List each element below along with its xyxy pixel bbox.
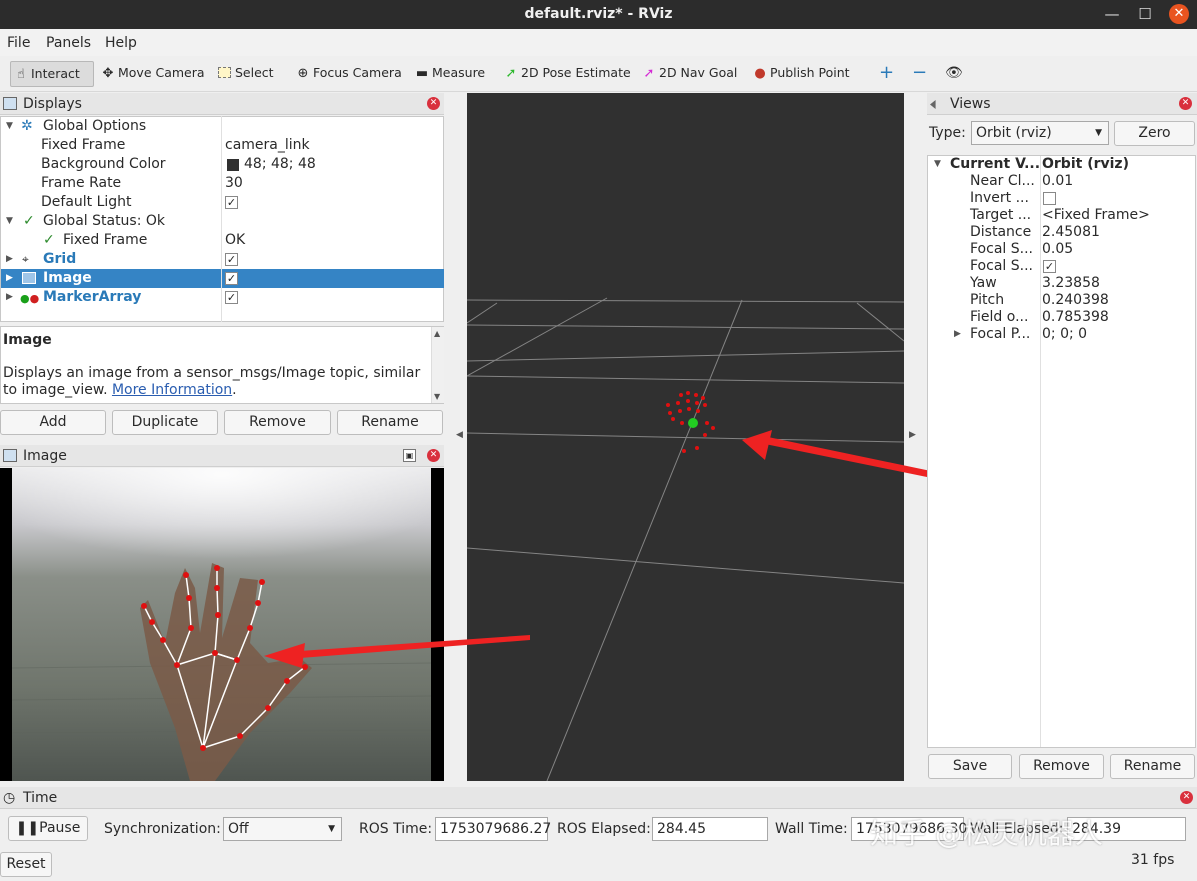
view-property-value[interactable]: 3.23858 [1042, 275, 1100, 292]
sync-select[interactable]: Off ▼ [223, 817, 342, 841]
ros-elapsed-label: ROS Elapsed: [557, 821, 651, 837]
pause-label: Pause [39, 820, 81, 836]
view-property-row[interactable]: Pitch 0.240398 [928, 292, 1196, 309]
view-property-checkbox[interactable] [1043, 192, 1056, 205]
view-property-label: Field o... [970, 309, 1029, 325]
dropdown-icon: ▼ [1095, 128, 1102, 138]
close-icon[interactable]: ✕ [1179, 97, 1192, 110]
view-property-value[interactable]: 0.785398 [1042, 309, 1109, 326]
view-property-label: Focal P... [970, 326, 1031, 342]
view-property-row[interactable]: Focal P... 0; 0; 0 ▶ [928, 326, 1196, 343]
view-property-row[interactable]: Invert ... [928, 190, 1196, 207]
view-property-label: Yaw [970, 275, 997, 291]
ros-elapsed-field[interactable]: 284.45 [652, 817, 768, 841]
view-property-checkbox[interactable]: ✓ [1043, 260, 1056, 273]
view-property-value[interactable]: 0.01 [1042, 173, 1073, 190]
view-property-value[interactable]: 0; 0; 0 [1042, 326, 1087, 343]
view-property-label: Near Cl... [970, 173, 1035, 189]
type-label: Type: [929, 125, 966, 141]
current-view-value: Orbit (rviz) [1042, 156, 1129, 172]
camera-icon [930, 100, 936, 109]
views-save-button[interactable]: Save [928, 754, 1012, 779]
ros-time-label: ROS Time: [359, 821, 433, 837]
view-property-row[interactable]: Yaw 3.23858 [928, 275, 1196, 292]
clock-icon: ◷ [3, 790, 16, 806]
view-property-label: Focal S... [970, 241, 1033, 257]
ros-time-field[interactable]: 1753079686.27 [435, 817, 551, 841]
type-select[interactable]: Orbit (rviz) ▼ [971, 121, 1109, 145]
time-header: ◷ Time ✕ [0, 787, 1197, 809]
view-property-label: Pitch [970, 292, 1005, 308]
chevron-down-icon[interactable]: ▼ [934, 156, 941, 173]
type-value: Orbit (rviz) [976, 125, 1052, 141]
views-remove-button[interactable]: Remove [1019, 754, 1104, 779]
close-icon[interactable]: ✕ [1180, 791, 1193, 804]
sync-value: Off [228, 821, 249, 837]
view-property-label: Invert ... [970, 190, 1029, 206]
time-title: Time [23, 790, 58, 806]
fps-label: 31 fps [1131, 852, 1175, 868]
pause-icon: ❚❚ [15, 820, 40, 836]
view-property-row[interactable]: Focal S... ✓ [928, 258, 1196, 275]
dropdown-icon: ▼ [328, 824, 335, 834]
view-property-row[interactable]: Field o... 0.785398 [928, 309, 1196, 326]
view-property-value[interactable]: 2.45081 [1042, 224, 1100, 241]
view-property-value[interactable]: 0.240398 [1042, 292, 1109, 309]
watermark: 知乎 @松灵机器人 [870, 817, 1103, 850]
view-property-label: Focal S... [970, 258, 1033, 274]
view-property-row[interactable]: Target ... <Fixed Frame> [928, 207, 1196, 224]
view-property-value[interactable]: <Fixed Frame> [1042, 207, 1150, 224]
pause-button[interactable]: ❚❚Pause [8, 816, 88, 841]
views-rename-button[interactable]: Rename [1110, 754, 1195, 779]
sync-label: Synchronization: [104, 821, 221, 837]
reset-button[interactable]: Reset [0, 852, 52, 877]
view-property-value[interactable]: 0.05 [1042, 241, 1073, 258]
view-row-current[interactable]: ▼ Current V... Orbit (rviz) [928, 156, 1196, 173]
views-tree[interactable]: ▼ Current V... Orbit (rviz) Near Cl... 0.… [927, 155, 1196, 748]
view-property-row[interactable]: Near Cl... 0.01 [928, 173, 1196, 190]
view-property-label: Distance [970, 224, 1032, 240]
view-property-label: Target ... [970, 207, 1032, 223]
chevron-right-icon[interactable]: ▶ [954, 326, 961, 343]
zero-button[interactable]: Zero [1114, 121, 1195, 146]
views-title: Views [950, 96, 991, 112]
current-view-label: Current V... [950, 156, 1041, 172]
views-header: Views ✕ [927, 93, 1197, 115]
view-property-row[interactable]: Focal S... 0.05 [928, 241, 1196, 258]
wall-time-label: Wall Time: [775, 821, 848, 837]
view-property-row[interactable]: Distance 2.45081 [928, 224, 1196, 241]
